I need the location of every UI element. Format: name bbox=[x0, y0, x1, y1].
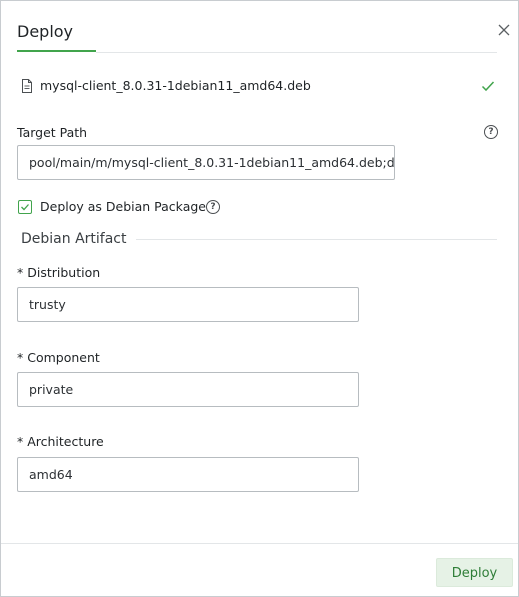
section-divider bbox=[136, 239, 497, 240]
deploy-as-debian-label[interactable]: Deploy as Debian Package bbox=[40, 199, 206, 214]
checkbox-checked-icon bbox=[21, 204, 29, 211]
target-path-input[interactable]: pool/main/m/mysql-client_8.0.31-1debian1… bbox=[17, 145, 395, 180]
section-title: Debian Artifact bbox=[21, 231, 127, 247]
dialog-title: Deploy bbox=[17, 22, 74, 41]
file-row: mysql-client_8.0.31-1debian11_amd64.deb bbox=[21, 78, 497, 96]
distribution-label: * Distribution bbox=[17, 265, 101, 280]
deploy-as-debian-checkbox[interactable] bbox=[18, 200, 32, 214]
check-icon bbox=[481, 81, 495, 92]
deploy-button[interactable]: Deploy bbox=[436, 558, 513, 587]
distribution-input[interactable]: trusty bbox=[17, 287, 359, 322]
file-name: mysql-client_8.0.31-1debian11_amd64.deb bbox=[40, 78, 311, 93]
file-icon bbox=[22, 79, 32, 93]
component-input[interactable]: private bbox=[17, 372, 359, 407]
architecture-input[interactable]: amd64 bbox=[17, 457, 359, 492]
architecture-label: * Architecture bbox=[17, 434, 104, 449]
footer-divider bbox=[1, 543, 518, 544]
target-path-label: Target Path bbox=[17, 125, 88, 140]
deploy-as-debian-help-icon[interactable]: ? bbox=[206, 200, 220, 214]
title-underline bbox=[17, 50, 96, 52]
close-icon[interactable] bbox=[497, 23, 511, 37]
component-label: * Component bbox=[17, 350, 100, 365]
target-path-help-icon[interactable]: ? bbox=[484, 125, 498, 139]
header-divider bbox=[96, 52, 497, 53]
deploy-dialog: Deploy mysql-client_8.0.31-1debian11_amd… bbox=[0, 0, 519, 597]
